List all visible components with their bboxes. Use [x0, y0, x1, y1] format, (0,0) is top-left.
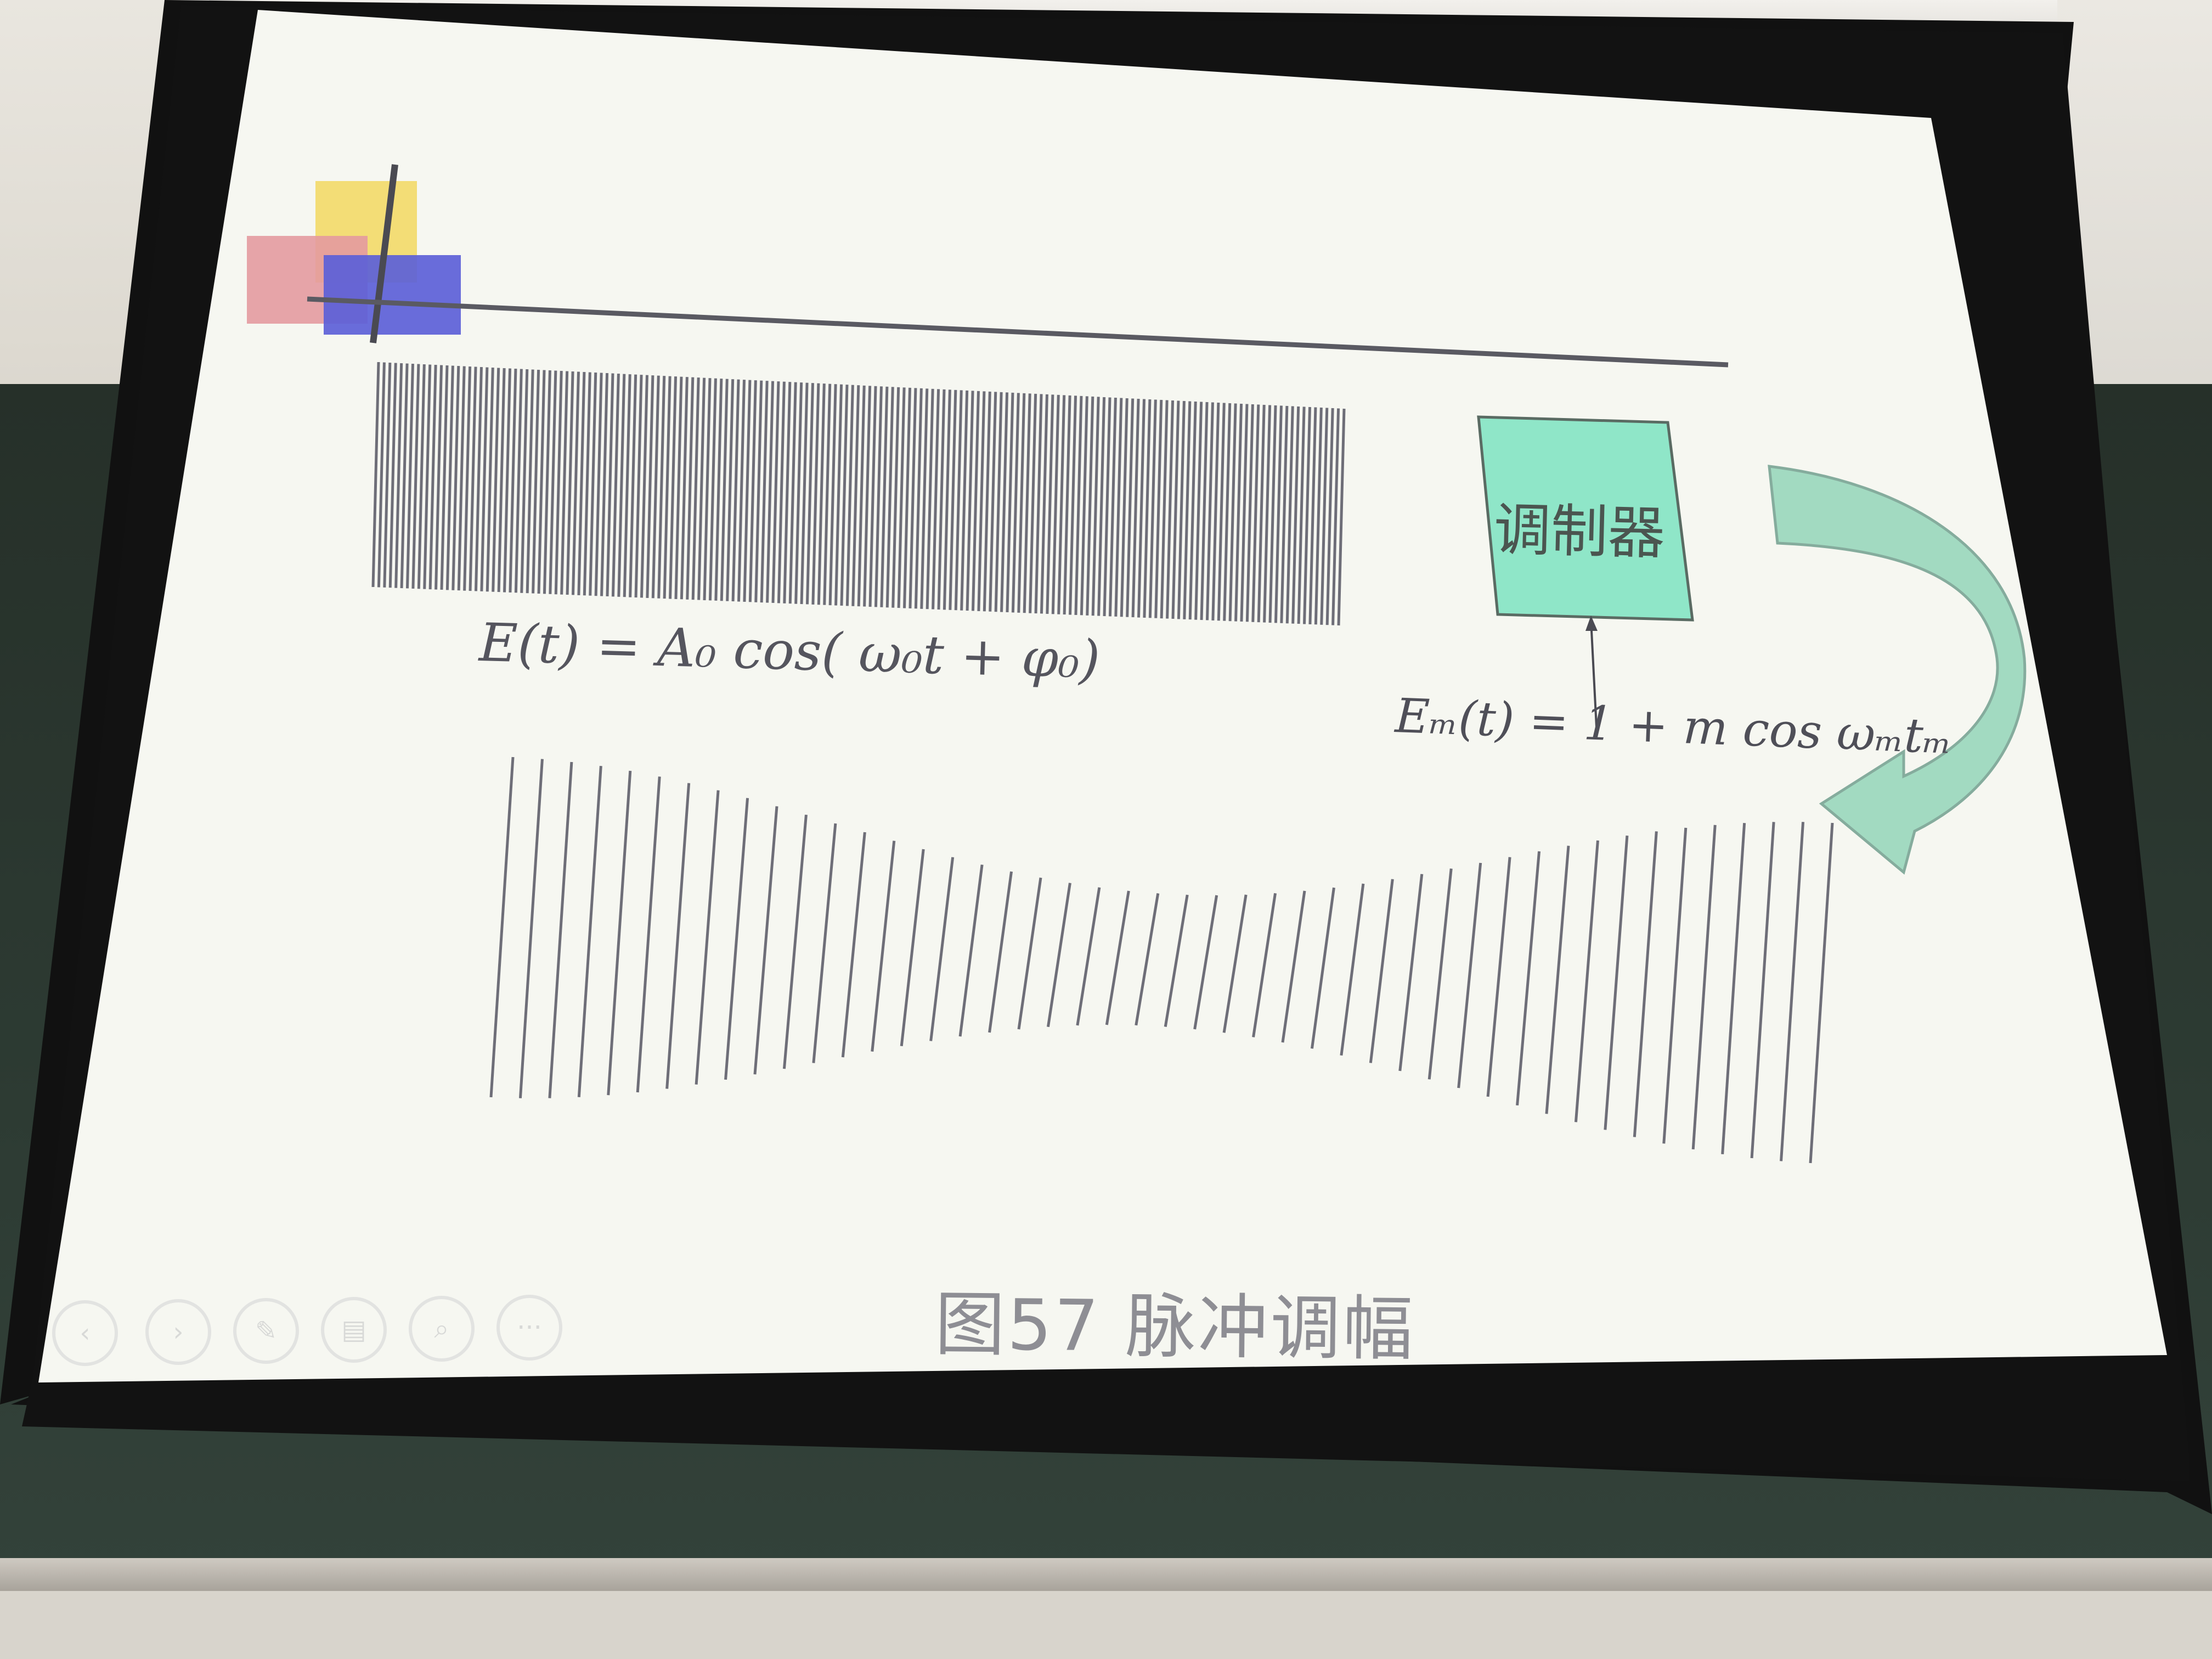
next-slide-icon[interactable]: › — [145, 1299, 211, 1365]
menu-icon[interactable]: ▤ — [321, 1297, 387, 1363]
pen-icon[interactable]: ✎ — [233, 1298, 299, 1364]
zoom-icon[interactable]: ⌕ — [409, 1296, 475, 1362]
modulator-label: 调制器 — [1493, 495, 1666, 567]
projection-screen — [0, 0, 2212, 1514]
prev-slide-icon[interactable]: ‹ — [52, 1300, 118, 1366]
deco-blue-square — [324, 255, 461, 335]
more-options-icon[interactable]: ··· — [496, 1295, 562, 1361]
figure-caption: 图57 脉冲调幅 — [934, 1283, 1416, 1371]
